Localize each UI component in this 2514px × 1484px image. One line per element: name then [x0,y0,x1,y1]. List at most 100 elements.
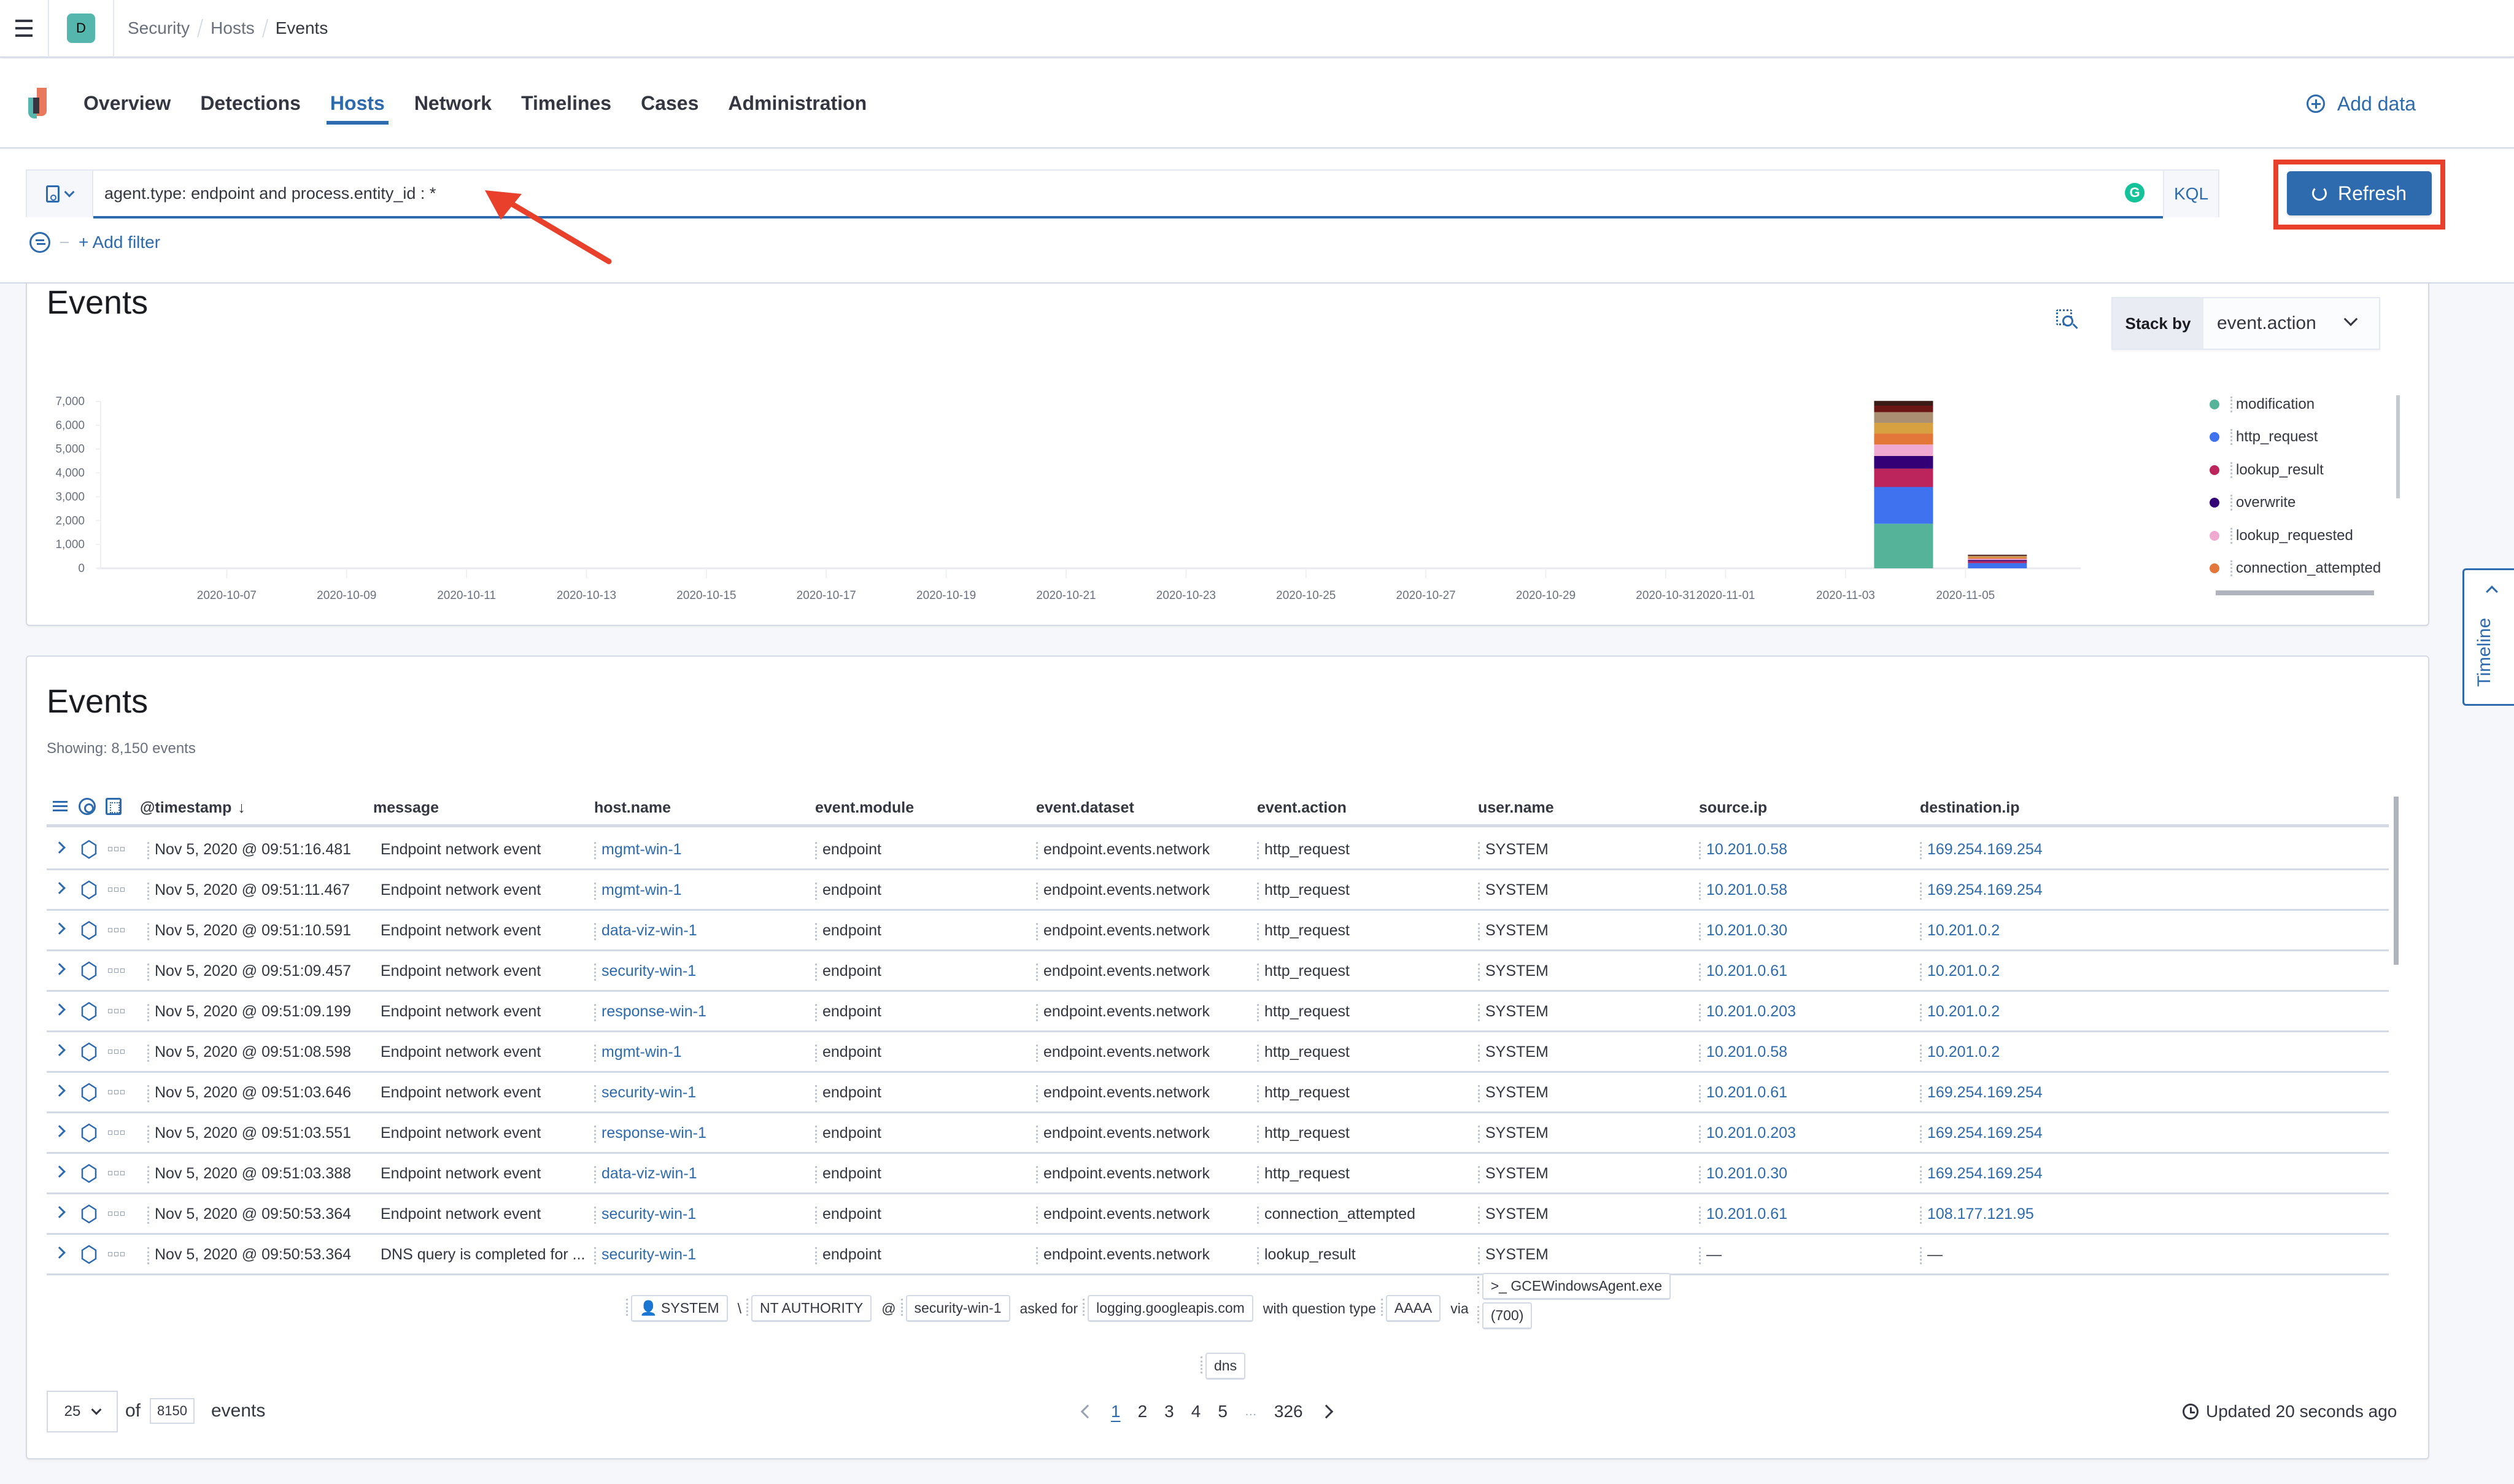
row-actions-icon[interactable] [108,1212,126,1216]
legend-item[interactable]: overwrite [2210,487,2394,520]
column-header-host-name[interactable]: host.name [594,799,671,817]
cell-host-name[interactable]: data-viz-win-1 [594,1165,697,1183]
space-selector[interactable]: D [49,0,114,57]
saved-query-menu-button[interactable] [27,171,93,217]
process-badge[interactable]: >_ GCEWindowsAgent.exe [1477,1273,1671,1300]
cell-source-ip[interactable]: 10.201.0.58 [1699,841,1787,859]
cell-source-ip[interactable]: 10.201.0.61 [1699,962,1787,981]
page-4[interactable]: 4 [1191,1402,1201,1421]
cell-destination-ip[interactable]: 10.201.0.2 [1920,962,2000,981]
query-language-toggle[interactable]: KQL [2163,171,2218,217]
column-header-event-module[interactable]: event.module [815,799,914,817]
row-actions-icon[interactable] [108,928,126,932]
table-row[interactable]: Nov 5, 2020 @ 09:51:16.481 Endpoint netwo… [47,830,2389,870]
cell-source-ip[interactable]: 10.201.0.61 [1699,1084,1787,1102]
tab-administration[interactable]: Administration [728,58,867,148]
cell-source-ip[interactable]: 10.201.0.58 [1699,1043,1787,1062]
pid-badge[interactable]: (700) [1477,1302,1533,1329]
drag-handle-icon[interactable] [2230,396,2232,412]
table-row[interactable]: Nov 5, 2020 @ 09:51:03.388 Endpoint netwo… [47,1154,2389,1194]
breadcrumb-hosts[interactable]: Hosts [211,18,255,38]
expand-row-icon[interactable] [53,882,66,894]
expand-row-icon[interactable] [53,1246,66,1259]
tab-cases[interactable]: Cases [641,58,698,148]
previous-page-icon[interactable] [1080,1404,1095,1419]
table-vertical-scrollbar[interactable] [2394,797,2399,965]
column-header-timestamp[interactable]: @timestamp ↓ [140,799,246,817]
cell-destination-ip[interactable]: 10.201.0.2 [1920,1003,2000,1021]
stack-by-value[interactable]: event.action [2203,298,2379,349]
cell-destination-ip[interactable]: 169.254.169.254 [1920,841,2043,859]
cell-destination-ip[interactable]: 10.201.0.2 [1920,1043,2000,1062]
grammarly-icon[interactable]: G [2125,183,2145,203]
expand-row-icon[interactable] [53,1044,66,1056]
investigate-in-resolver-icon[interactable] [81,1042,97,1062]
user-badge[interactable]: 👤 SYSTEM [626,1295,728,1322]
cell-destination-ip[interactable]: 169.254.169.254 [1920,1124,2043,1143]
legend-item[interactable]: http_request [2210,421,2394,454]
add-filter-button[interactable]: + Add filter [79,233,160,252]
tab-overview[interactable]: Overview [83,58,171,148]
row-actions-icon[interactable] [108,1252,126,1256]
column-header-message[interactable]: message [373,799,439,817]
cell-destination-ip[interactable]: 108.177.121.95 [1920,1205,2034,1224]
tab-network[interactable]: Network [414,58,492,148]
cell-destination-ip[interactable]: 169.254.169.254 [1920,881,2043,900]
rows-per-page-select[interactable]: 25 [47,1391,118,1432]
cell-host-name[interactable]: response-win-1 [594,1003,706,1021]
row-actions-icon[interactable] [108,1090,126,1094]
expand-row-icon[interactable] [53,922,66,935]
expand-row-icon[interactable] [53,841,66,854]
user-domain-badge[interactable]: NT AUTHORITY [746,1295,872,1322]
row-actions-icon[interactable] [108,887,126,892]
cell-source-ip[interactable]: 10.201.0.58 [1699,881,1787,900]
inspect-button[interactable] [2056,309,2078,333]
legend-horizontal-scrollbar[interactable] [2216,590,2374,595]
column-header-source-ip[interactable]: source.ip [1699,799,1767,817]
field-browser-icon[interactable] [53,800,68,813]
cell-host-name[interactable]: response-win-1 [594,1124,706,1143]
expand-row-icon[interactable] [53,1206,66,1218]
cell-host-name[interactable]: mgmt-win-1 [594,841,682,859]
cell-destination-ip[interactable]: 169.254.169.254 [1920,1165,2043,1183]
gear-icon[interactable] [79,798,96,815]
column-header-event-dataset[interactable]: event.dataset [1036,799,1134,817]
legend-item[interactable]: modification [2210,388,2394,421]
legend-item[interactable]: connection_attempted [2210,552,2394,585]
expand-row-icon[interactable] [53,1125,66,1137]
legend-item[interactable]: lookup_result [2210,454,2394,487]
stack-by-select[interactable]: Stack by event.action [2111,297,2380,350]
investigate-in-resolver-icon[interactable] [81,921,97,940]
table-row[interactable]: Nov 5, 2020 @ 09:51:08.598 Endpoint netwo… [47,1032,2389,1073]
row-actions-icon[interactable] [108,1171,126,1175]
cell-host-name[interactable]: security-win-1 [594,1084,696,1102]
refresh-button[interactable]: Refresh [2287,171,2432,215]
investigate-in-resolver-icon[interactable] [81,1083,97,1102]
kql-query-input[interactable]: agent.type: endpoint and process.entity_… [93,171,2163,218]
cell-source-ip[interactable]: — [1699,1246,1722,1264]
cell-destination-ip[interactable]: 169.254.169.254 [1920,1084,2043,1102]
expand-row-icon[interactable] [53,1003,66,1016]
cell-source-ip[interactable]: 10.201.0.203 [1699,1124,1796,1143]
cell-source-ip[interactable]: 10.201.0.30 [1699,922,1787,940]
cell-source-ip[interactable]: 10.201.0.61 [1699,1205,1787,1224]
dns-question-badge[interactable]: logging.googleapis.com [1083,1295,1253,1322]
question-type-badge[interactable]: AAAA [1380,1295,1441,1322]
page-2[interactable]: 2 [1138,1402,1148,1421]
row-actions-icon[interactable] [108,1130,126,1135]
filter-options-icon[interactable] [29,232,50,253]
drag-handle-icon[interactable] [2230,560,2232,577]
cell-host-name[interactable]: mgmt-win-1 [594,881,682,900]
investigate-in-resolver-icon[interactable] [81,840,97,859]
expand-row-icon[interactable] [53,1084,66,1097]
investigate-in-resolver-icon[interactable] [81,961,97,981]
column-header-user-name[interactable]: user.name [1478,799,1554,817]
page-1[interactable]: 1 [1111,1402,1121,1421]
drag-handle-icon[interactable] [2230,462,2232,478]
table-row[interactable]: Nov 5, 2020 @ 09:51:09.457 Endpoint netwo… [47,951,2389,992]
sort-descending-icon[interactable]: ↓ [238,799,246,817]
expand-row-icon[interactable] [53,963,66,975]
drag-handle-icon[interactable] [2230,495,2232,511]
row-actions-icon[interactable] [108,847,126,851]
tab-hosts[interactable]: Hosts [326,58,389,148]
